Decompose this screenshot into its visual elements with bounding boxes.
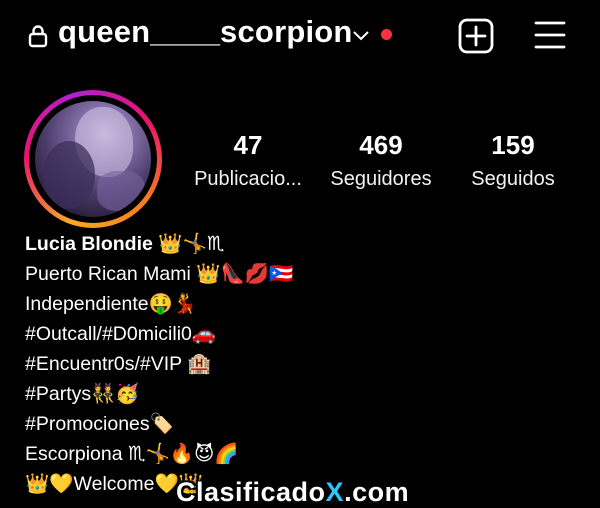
watermark: ClasificadoX.com	[176, 477, 410, 507]
stat-posts[interactable]: 47 Publicacio...	[183, 128, 313, 192]
bio-hashtag-line[interactable]: #Promociones🏷️	[25, 409, 293, 439]
hamburger-menu-icon	[534, 21, 566, 49]
bio-line: Escorpiona ♏🤸🔥😈🌈	[25, 443, 239, 465]
bio-hashtag-line[interactable]: #Encuentr0s/#VIP 🏨	[25, 349, 293, 379]
bio-hashtag-line[interactable]: #Outcall/#D0micili0🚗	[25, 319, 293, 349]
lock-icon	[28, 24, 48, 53]
stat-followers-label: Seguidores	[330, 168, 432, 190]
stat-followers-count: 469	[359, 130, 403, 160]
bio-hashtag-line[interactable]: #Partys👯🥳	[25, 379, 293, 409]
bio-line: Independiente🤑💃	[25, 293, 198, 315]
profile-avatar[interactable]	[24, 90, 162, 228]
plus-square-icon	[458, 18, 494, 54]
menu-button[interactable]	[533, 18, 567, 57]
profile-header: queen____scorpion	[0, 0, 600, 72]
create-post-button[interactable]	[458, 18, 494, 59]
profile-bio: Lucia Blondie 👑🤸♏ Puerto Rican Mami 👑👠💋🇵…	[25, 229, 293, 499]
chevron-down-icon[interactable]	[352, 29, 370, 47]
profile-display-name: Lucia Blondie 👑🤸♏	[25, 233, 225, 255]
avatar-photo	[35, 101, 151, 217]
stat-following-count: 159	[491, 130, 535, 160]
stat-followers[interactable]: 469 Seguidores	[318, 128, 444, 192]
stat-posts-count: 47	[233, 130, 263, 160]
stat-following-label: Seguidos	[471, 168, 555, 190]
stat-following[interactable]: 159 Seguidos	[457, 128, 569, 192]
profile-username[interactable]: queen____scorpion	[58, 14, 353, 50]
stat-posts-label: Publicacio...	[194, 168, 302, 190]
bio-line: Puerto Rican Mami 👑👠💋🇵🇷	[25, 263, 294, 285]
notification-dot	[381, 29, 392, 40]
